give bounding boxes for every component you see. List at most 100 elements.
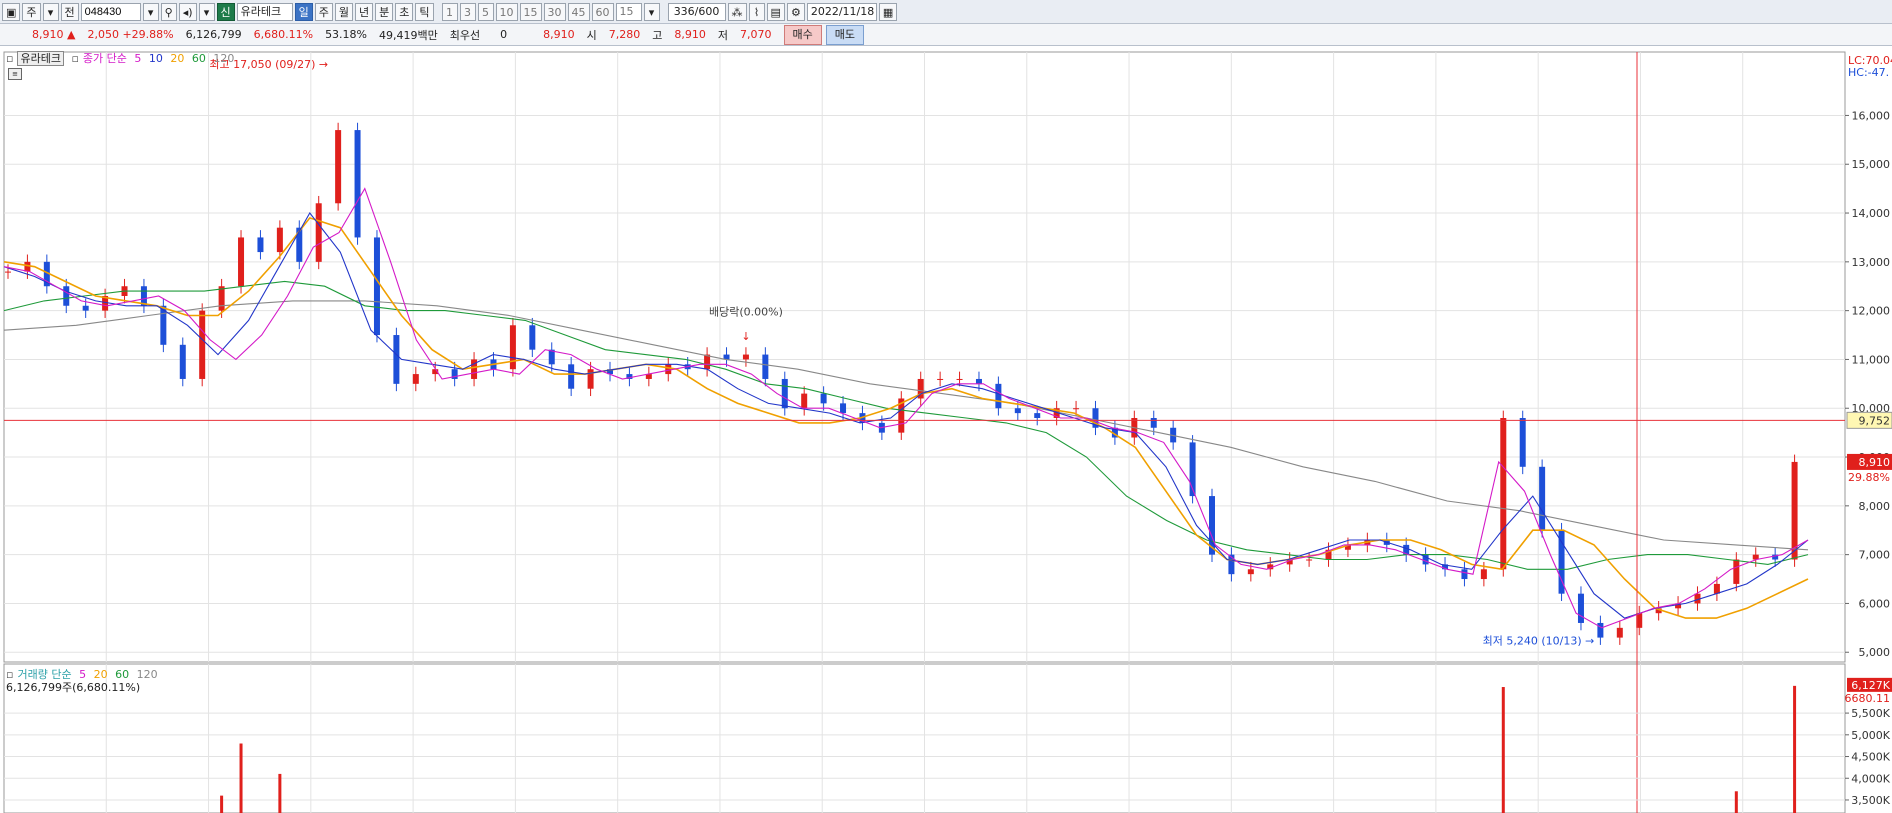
- candle-body: [218, 286, 225, 311]
- price-tick-label: 5,000: [1859, 646, 1891, 659]
- candle-body: [1247, 569, 1254, 575]
- candle-body: [1713, 583, 1720, 594]
- price-tick-label: 13,000: [1852, 256, 1891, 269]
- candle-body: [742, 354, 749, 360]
- interval-45[interactable]: 45: [567, 2, 590, 21]
- high-price: 8,910: [674, 28, 706, 41]
- interval-3[interactable]: 3: [459, 2, 476, 21]
- indicator-icon[interactable]: ⁂: [727, 2, 747, 21]
- candle-body: [82, 305, 89, 311]
- volume-bar: [278, 773, 282, 813]
- ex-dividend-arrow-icon: ↓: [741, 330, 750, 343]
- candle-body: [1577, 593, 1584, 623]
- price-legend: ▫ 유라테크 ▫ 종가 단순 5 10 20 60 120: [6, 51, 235, 66]
- candle-body: [762, 354, 769, 379]
- candle-body: [704, 354, 711, 370]
- candle-body: [354, 130, 361, 238]
- candle-body: [179, 344, 186, 379]
- volume-bar: [239, 743, 243, 813]
- volume-bar: [220, 795, 224, 813]
- stock-name-field[interactable]: 유라테크: [236, 2, 293, 21]
- current-pct-label: 29.88%: [1848, 471, 1890, 484]
- candle-body: [373, 237, 380, 336]
- period-tab-minute[interactable]: 분: [375, 2, 394, 21]
- price-legend-series: 종가 단순: [82, 52, 127, 65]
- candle-body: [24, 261, 31, 272]
- candle-body: [393, 335, 400, 384]
- save-icon[interactable]: ▤: [766, 2, 785, 21]
- interval-1[interactable]: 1: [441, 2, 458, 21]
- trade-amount: 49,419백만: [379, 28, 438, 42]
- price-tick-label: 15,000: [1852, 158, 1891, 171]
- price-tick-label: 12,000: [1852, 305, 1891, 318]
- candle-body: [199, 310, 206, 379]
- low-price: 7,070: [740, 28, 772, 41]
- candle-body: [781, 378, 788, 409]
- calendar-icon[interactable]: ▦: [878, 2, 898, 21]
- interval-60[interactable]: 60: [591, 2, 614, 21]
- hc-label: HC:-47.: [1848, 66, 1889, 79]
- period-tab-day[interactable]: 일: [294, 2, 313, 21]
- candle-body: [801, 393, 808, 409]
- up-arrow-icon: ▲: [67, 28, 76, 41]
- candle-body: [238, 237, 245, 287]
- candle-body: [1616, 627, 1623, 638]
- interval-10[interactable]: 10: [495, 2, 518, 21]
- volume-bar: [1793, 685, 1797, 813]
- mode-select[interactable]: 전: [60, 2, 79, 21]
- candle-body: [1539, 466, 1546, 531]
- speaker-dropdown-icon[interactable]: ▾: [198, 2, 215, 21]
- speaker-icon[interactable]: ◂): [178, 2, 197, 21]
- candle-body: [840, 403, 847, 414]
- candle-body: [1034, 413, 1041, 418]
- volume-legend-value: 6,126,799주(6,680.11%): [6, 681, 141, 694]
- gear-icon[interactable]: ⚙: [786, 2, 805, 21]
- sell-button[interactable]: 매도: [825, 24, 864, 45]
- code-dropdown-icon[interactable]: ▾: [142, 2, 159, 21]
- period-tab-second[interactable]: 초: [395, 2, 414, 21]
- candle-body: [1461, 569, 1468, 580]
- price-tick-label: 6,000: [1859, 597, 1891, 610]
- credit-badge: 신: [216, 2, 235, 21]
- candle-body: [1306, 559, 1313, 561]
- stock-chart[interactable]: 5,0006,0007,0008,0009,00010,00011,00012,…: [0, 46, 1892, 813]
- crosshair-value-label: 9,752: [1859, 414, 1891, 427]
- period-tab-year[interactable]: 년: [355, 2, 374, 21]
- high-label: 고: [652, 28, 663, 42]
- period-tab-tick[interactable]: 틱: [415, 2, 434, 21]
- buy-button[interactable]: 매수: [783, 24, 822, 45]
- open-price: 7,280: [608, 28, 641, 41]
- open-label: 시: [586, 28, 597, 42]
- period-tab-month[interactable]: 월: [334, 2, 354, 21]
- volume-tick-label: 3,500K: [1851, 794, 1890, 807]
- market-type-select[interactable]: 주: [22, 2, 41, 21]
- market-type-dropdown-icon[interactable]: ▾: [42, 2, 59, 21]
- line-tool-icon[interactable]: ⌇: [748, 2, 765, 21]
- best-price: 8,910: [543, 28, 575, 41]
- price-tick-label: 16,000: [1852, 109, 1891, 122]
- candle-body: [1480, 569, 1487, 580]
- legend-ma10: 10: [148, 52, 163, 65]
- interval-5[interactable]: 5: [477, 2, 494, 21]
- candle-body: [975, 378, 982, 384]
- current-price: 8,910 ▲: [32, 28, 76, 41]
- chart-options-icon[interactable]: ≡: [8, 68, 22, 80]
- price-legend-name[interactable]: 유라테크: [17, 51, 64, 66]
- best-label: 최우선: [449, 28, 481, 42]
- stock-code-input[interactable]: [80, 2, 141, 21]
- low-annotation: 최저 5,240 (10/13) →: [1483, 635, 1595, 648]
- candle-body: [315, 203, 322, 262]
- ex-dividend-annotation: 배당락(0.00%): [709, 306, 783, 319]
- interval-dropdown-icon[interactable]: ▾: [643, 2, 660, 21]
- window-menu-icon[interactable]: ▣: [2, 2, 21, 21]
- candle-body: [276, 227, 283, 253]
- interval-15[interactable]: 15: [519, 2, 542, 21]
- date-field[interactable]: 2022/11/18: [806, 2, 877, 21]
- legend-ma120: 120: [213, 52, 235, 65]
- quote-bar: 8,910 ▲ 2,050 +29.88% 6,126,799 6,680.11…: [0, 24, 1892, 46]
- period-tab-week[interactable]: 주: [314, 2, 333, 21]
- search-icon[interactable]: ⚲: [160, 2, 177, 21]
- bar-count-field[interactable]: 336/600: [667, 2, 726, 21]
- interval-30[interactable]: 30: [543, 2, 566, 21]
- interval-custom-input[interactable]: 15: [615, 2, 642, 21]
